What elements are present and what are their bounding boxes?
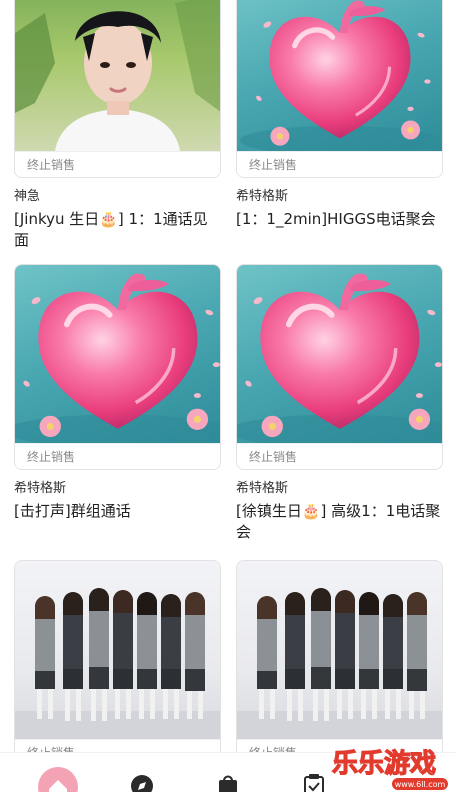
home-icon xyxy=(38,767,78,792)
group-photo-image xyxy=(15,561,220,739)
sale-status: 终止销售 xyxy=(237,443,442,469)
watermark-text: 乐乐游戏 xyxy=(332,749,436,779)
idol-portrait-image xyxy=(15,0,220,151)
product-title[interactable]: [1：1_2min]HIGGS电话聚会 xyxy=(236,209,443,230)
compass-icon xyxy=(131,775,153,792)
watermark-url: www.6ll.com xyxy=(395,780,446,789)
seller-name: 希特格斯 xyxy=(236,481,289,496)
watermark-logo: 乐乐游戏 www.6ll.com xyxy=(330,744,450,792)
product-thumbnail[interactable]: 终止销售 xyxy=(14,0,221,178)
product-thumbnail[interactable]: 终止销售 xyxy=(14,560,221,766)
sale-status: 终止销售 xyxy=(15,443,220,469)
heart-apple-image xyxy=(237,265,442,443)
sale-status: 终止销售 xyxy=(15,151,220,177)
seller-name: 神急 xyxy=(14,189,41,204)
product-thumbnail[interactable]: 终止销售 xyxy=(236,0,443,178)
product-title[interactable]: [徐镇生日🎂] 高级1：1电话聚会 xyxy=(236,501,443,543)
product-card[interactable]: 终止销售 希特格斯 [击打声]群组通话 xyxy=(14,264,221,522)
product-thumbnail[interactable]: 终止销售 xyxy=(236,560,443,766)
product-thumbnail[interactable]: 终止销售 xyxy=(14,264,221,470)
product-thumbnail[interactable]: 终止销售 xyxy=(236,264,443,470)
tab-shop[interactable] xyxy=(198,753,258,792)
product-card[interactable]: 终止销售 神急 [Jinkyu 生日🎂] 1：1通话见面 xyxy=(14,0,221,251)
product-card[interactable]: 终止销售 xyxy=(14,560,221,766)
tab-home[interactable] xyxy=(28,753,88,792)
tab-explore[interactable] xyxy=(112,753,172,792)
shopping-bag-icon xyxy=(219,775,237,792)
seller-name: 希特格斯 xyxy=(14,481,67,496)
group-photo-image xyxy=(237,561,442,739)
product-title[interactable]: [击打声]群组通话 xyxy=(14,501,221,522)
product-title[interactable]: [Jinkyu 生日🎂] 1：1通话见面 xyxy=(14,209,221,251)
heart-apple-image xyxy=(15,265,220,443)
product-card[interactable]: 终止销售 希特格斯 [徐镇生日🎂] 高级1：1电话聚会 xyxy=(236,264,443,543)
seller-name: 希特格斯 xyxy=(236,189,289,204)
heart-apple-image xyxy=(237,0,442,151)
product-card[interactable]: 终止销售 xyxy=(236,560,443,766)
product-card[interactable]: 终止销售 希特格斯 [1：1_2min]HIGGS电话聚会 xyxy=(236,0,443,230)
sale-status: 终止销售 xyxy=(237,151,442,177)
